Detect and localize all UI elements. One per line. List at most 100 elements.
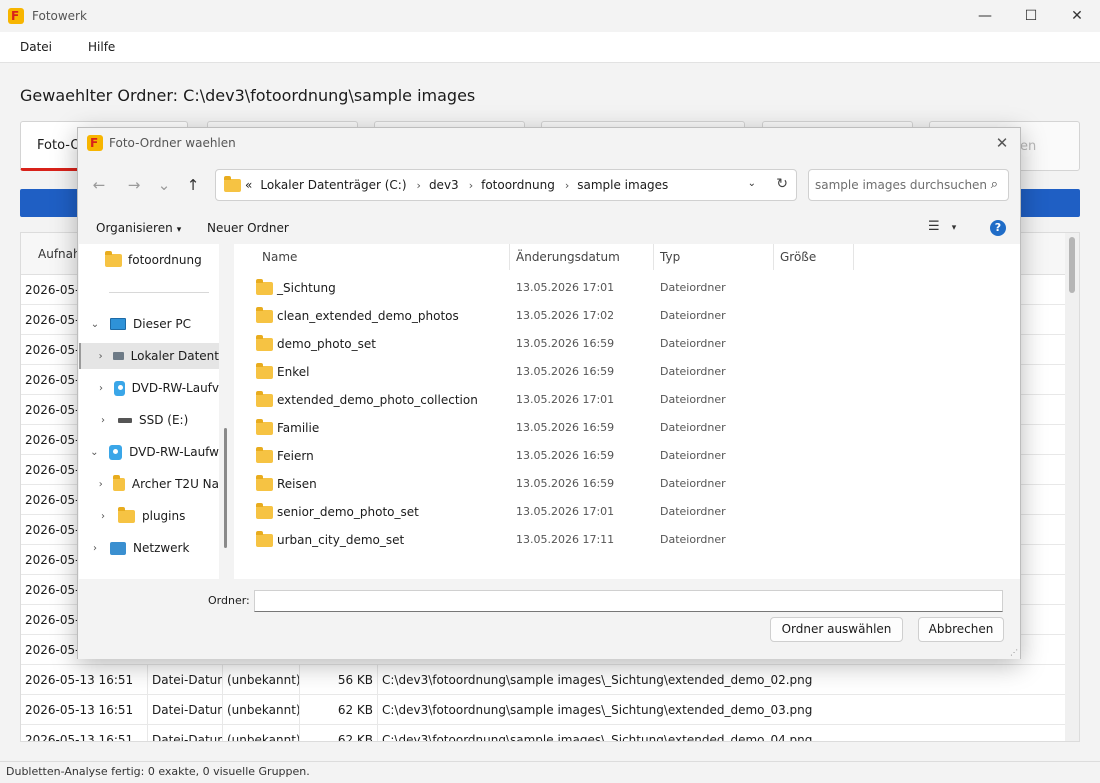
- search-icon[interactable]: ⌕: [991, 170, 998, 200]
- expand-chevron-icon[interactable]: ›: [88, 543, 102, 554]
- nav-item-archer[interactable]: › Archer T2U Na: [79, 471, 219, 497]
- nav-item-lokaler-datentraeger[interactable]: › Lokaler Datent: [79, 343, 219, 369]
- expand-chevron-icon[interactable]: ›: [96, 351, 105, 362]
- up-arrow-icon[interactable]: ↑: [182, 174, 204, 196]
- nav-item-label: SSD (E:): [139, 413, 189, 427]
- expand-chevron-icon[interactable]: ›: [96, 511, 110, 522]
- file-row[interactable]: urban_city_demo_set 13.05.2026 17:11 Datei…: [234, 526, 1020, 554]
- cancel-button[interactable]: Abbrechen: [918, 617, 1004, 642]
- network-icon: [110, 541, 126, 555]
- navigation-pane: fotoordnung ⌄ Dieser PC › Lokaler Datent…: [79, 244, 219, 579]
- nav-item-ssd[interactable]: › SSD (E:): [79, 407, 219, 433]
- breadcrumb-drive[interactable]: Lokaler Datenträger (C:): [260, 178, 406, 192]
- cell-path: C:\dev3\fotoordnung\sample images\_Sicht…: [382, 673, 813, 687]
- view-options-button[interactable]: ☰ ▾: [928, 219, 956, 234]
- cell-source: Datei-Datum: [148, 725, 223, 741]
- expand-chevron-icon[interactable]: ›: [96, 383, 106, 394]
- ordner-label: Ordner:: [208, 594, 250, 607]
- file-row[interactable]: Enkel 13.05.2026 16:59 Dateiordner: [234, 358, 1020, 386]
- file-name: senior_demo_photo_set: [277, 505, 419, 519]
- close-button[interactable]: ✕: [1054, 0, 1100, 32]
- column-header-aufnahme[interactable]: Aufnah: [21, 247, 81, 261]
- caret-down-icon: ▾: [176, 225, 182, 235]
- file-name: Enkel: [277, 365, 310, 379]
- file-row[interactable]: Familie 13.05.2026 16:59 Dateiordner: [234, 414, 1020, 442]
- breadcrumb-sample-images[interactable]: sample images: [577, 178, 668, 192]
- column-header-date[interactable]: Änderungsdatum: [510, 244, 654, 270]
- folder-icon: [256, 474, 273, 491]
- ordner-input[interactable]: [254, 590, 1003, 612]
- cell-date: 2026-05-13 16:51: [21, 695, 148, 725]
- breadcrumb-fotoordnung[interactable]: fotoordnung: [481, 178, 555, 192]
- breadcrumb-separator-icon[interactable]: ›: [565, 179, 569, 192]
- expand-chevron-icon[interactable]: ⌄: [88, 319, 102, 330]
- file-name: Reisen: [277, 477, 317, 491]
- dialog-close-button[interactable]: ✕: [990, 131, 1014, 155]
- file-name: Feiern: [277, 449, 314, 463]
- expand-chevron-icon[interactable]: ›: [96, 479, 105, 490]
- back-arrow-icon[interactable]: ←: [88, 174, 110, 196]
- cell-camera: (unbekannt): [223, 725, 300, 741]
- help-icon[interactable]: ?: [990, 220, 1006, 236]
- address-dropdown-icon[interactable]: ⌄: [748, 178, 756, 189]
- file-row[interactable]: senior_demo_photo_set 13.05.2026 17:01 Dat…: [234, 498, 1020, 526]
- file-date: 13.05.2026 16:59: [516, 365, 615, 378]
- file-row[interactable]: demo_photo_set 13.05.2026 16:59 Dateiordne…: [234, 330, 1020, 358]
- new-folder-button[interactable]: Neuer Ordner: [207, 214, 289, 242]
- file-date: 13.05.2026 16:59: [516, 477, 615, 490]
- file-name: demo_photo_set: [277, 337, 376, 351]
- file-type: Dateiordner: [660, 281, 726, 294]
- nav-item-dvd-rw-2[interactable]: ⌄ DVD-RW-Laufw: [79, 439, 219, 465]
- nav-item-dieser-pc[interactable]: ⌄ Dieser PC: [79, 311, 219, 337]
- file-name: urban_city_demo_set: [277, 533, 405, 547]
- menu-hilfe[interactable]: Hilfe: [78, 40, 125, 54]
- dialog-navigation-row: ← → ⌄ ↑ « Lokaler Datenträger (C:) › dev…: [78, 168, 1020, 202]
- refresh-icon[interactable]: ↻: [776, 176, 788, 192]
- column-header-type[interactable]: Typ: [654, 244, 774, 270]
- column-header-size[interactable]: Größe: [774, 244, 854, 270]
- list-view-icon: ☰: [928, 219, 940, 234]
- folder-icon: [224, 175, 241, 192]
- file-row[interactable]: Reisen 13.05.2026 16:59 Dateiordner: [234, 470, 1020, 498]
- search-input[interactable]: sample images durchsuchen ⌕: [808, 169, 1009, 201]
- file-row[interactable]: clean_extended_demo_photos 13.05.2026 17:…: [234, 302, 1020, 330]
- recent-locations-chevron-icon[interactable]: ⌄: [153, 174, 175, 196]
- breadcrumb-dev3[interactable]: dev3: [429, 178, 459, 192]
- expand-chevron-icon[interactable]: ›: [96, 415, 110, 426]
- breadcrumb-separator-icon[interactable]: ›: [469, 179, 473, 192]
- menubar: Datei Hilfe: [0, 32, 1100, 63]
- breadcrumb-overflow[interactable]: «: [245, 178, 252, 192]
- expand-chevron-icon[interactable]: ⌄: [88, 447, 101, 458]
- nav-item-fotoordnung[interactable]: fotoordnung: [79, 247, 219, 273]
- scrollbar-thumb[interactable]: [1069, 237, 1075, 293]
- nav-item-dvd-rw-1[interactable]: › DVD-RW-Laufv: [79, 375, 219, 401]
- table-row[interactable]: 2026-05-13 16:51 Datei-Datum (unbekannt)…: [21, 695, 1067, 725]
- organize-menu-button[interactable]: Organisieren ▾: [96, 214, 181, 242]
- resize-grip-icon[interactable]: ⋰: [1010, 648, 1018, 657]
- address-bar[interactable]: « Lokaler Datenträger (C:) › dev3 › foto…: [215, 169, 797, 201]
- file-date: 13.05.2026 17:02: [516, 309, 615, 322]
- table-row[interactable]: 2026-05-13 16:51 Datei-Datum (unbekannt)…: [21, 725, 1067, 741]
- folder-icon: [256, 306, 273, 323]
- select-folder-button[interactable]: Ordner auswählen: [770, 617, 903, 642]
- table-scrollbar[interactable]: [1065, 233, 1079, 741]
- selected-folder-heading: Gewaehlter Ordner: C:\dev3\fotoordnung\s…: [20, 86, 476, 105]
- file-type: Dateiordner: [660, 337, 726, 350]
- file-row[interactable]: _Sichtung 13.05.2026 17:01 Dateiordner: [234, 274, 1020, 302]
- minimize-button[interactable]: —: [962, 0, 1008, 32]
- file-list-header: Name ^ Änderungsdatum Typ Größe: [234, 244, 1020, 270]
- menu-datei[interactable]: Datei: [10, 40, 62, 54]
- breadcrumb-separator-icon[interactable]: ›: [417, 179, 421, 192]
- nav-item-netzwerk[interactable]: › Netzwerk: [79, 535, 219, 561]
- file-row[interactable]: Feiern 13.05.2026 16:59 Dateiordner: [234, 442, 1020, 470]
- maximize-button[interactable]: ☐: [1008, 0, 1054, 32]
- nav-pane-scrollbar[interactable]: [224, 428, 227, 548]
- table-row[interactable]: 2026-05-13 16:51 Datei-Datum (unbekannt)…: [21, 665, 1067, 695]
- folder-icon: [118, 506, 135, 523]
- forward-arrow-icon[interactable]: →: [123, 174, 145, 196]
- nav-item-plugins[interactable]: › plugins: [79, 503, 219, 529]
- file-name-cell: Enkel: [256, 358, 309, 386]
- file-name-cell: extended_demo_photo_collection: [256, 386, 478, 414]
- file-row[interactable]: extended_demo_photo_collection 13.05.2026…: [234, 386, 1020, 414]
- folder-icon: [256, 502, 273, 519]
